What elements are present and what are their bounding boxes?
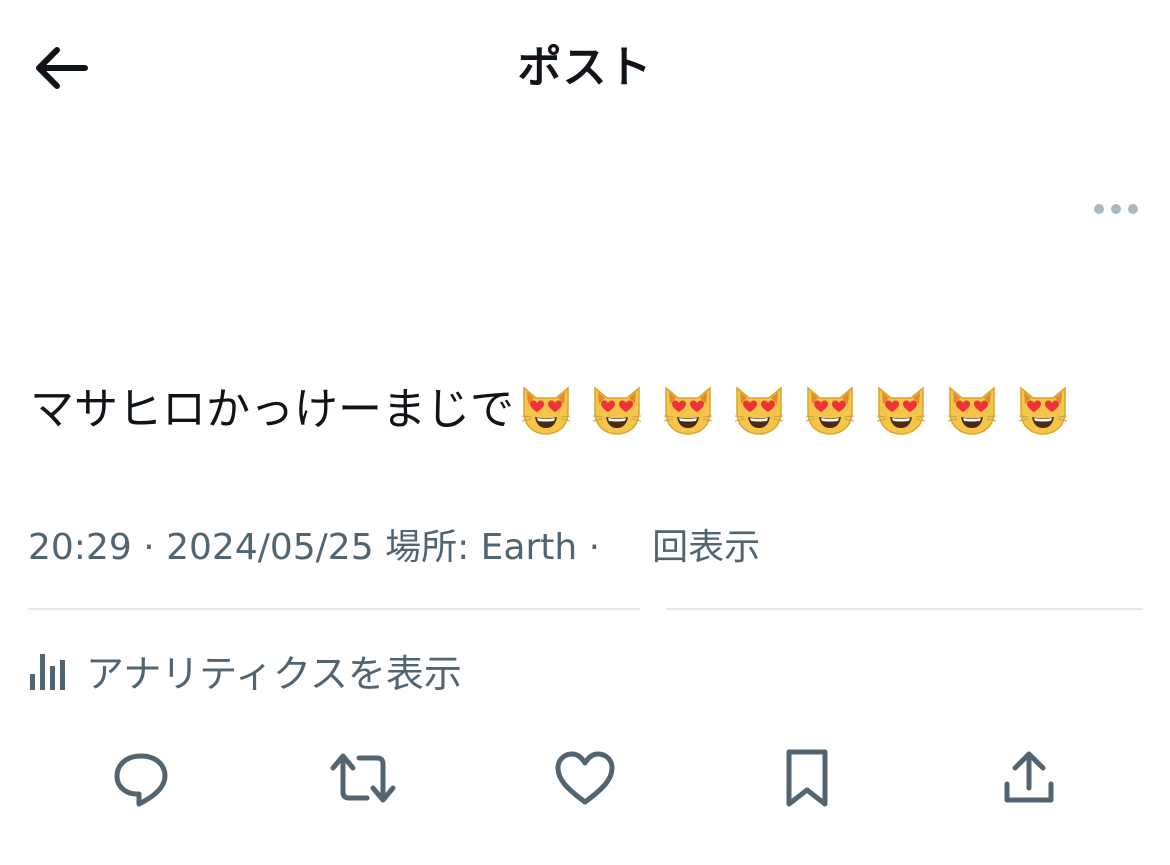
share-icon: [1004, 751, 1054, 803]
more-horizontal-icon: [1094, 204, 1138, 214]
tweet-date: 2024/05/25: [166, 527, 374, 568]
divider: [666, 608, 1143, 610]
smiling-cat-heart-eyes-emoji: [589, 382, 645, 438]
reply-icon: [114, 753, 168, 807]
tweet-location: 場所: Earth: [385, 527, 578, 568]
smiling-cat-heart-eyes-emoji: [802, 382, 858, 438]
bar-chart-icon: [30, 654, 65, 690]
tweet-time: 20:29: [28, 527, 132, 568]
meta-separator: ·: [143, 527, 155, 568]
smiling-cat-heart-eyes-emoji: [873, 382, 929, 438]
smiling-cat-heart-eyes-emoji: [518, 382, 574, 438]
view-count-label: 回表示: [652, 527, 761, 568]
heart-icon: [555, 751, 615, 805]
bookmark-icon: [786, 749, 828, 807]
tweet-body: マサヒロかっけーまじで: [30, 384, 514, 435]
retweet-icon: [330, 753, 396, 803]
more-options-button[interactable]: [1088, 194, 1144, 224]
smiling-cat-heart-eyes-emoji: [660, 382, 716, 438]
tweet-text: マサヒロかっけーまじで: [30, 372, 1150, 446]
divider: [28, 608, 640, 610]
smiling-cat-heart-eyes-emoji: [944, 382, 1000, 438]
emoji-group: [518, 382, 1071, 438]
share-button[interactable]: [993, 742, 1065, 814]
reply-button[interactable]: [105, 742, 177, 814]
tweet-meta: 20:29 · 2024/05/25 場所: Earth · 回表示: [28, 522, 760, 574]
smiling-cat-heart-eyes-emoji: [1015, 382, 1071, 438]
view-analytics-button[interactable]: アナリティクスを表示: [28, 640, 462, 700]
like-button[interactable]: [549, 742, 621, 814]
analytics-label: アナリティクスを表示: [86, 651, 462, 696]
bookmark-button[interactable]: [771, 742, 843, 814]
retweet-button[interactable]: [327, 742, 399, 814]
smiling-cat-heart-eyes-emoji: [731, 382, 787, 438]
page-title: ポスト: [517, 42, 653, 93]
meta-separator: ·: [588, 527, 601, 568]
